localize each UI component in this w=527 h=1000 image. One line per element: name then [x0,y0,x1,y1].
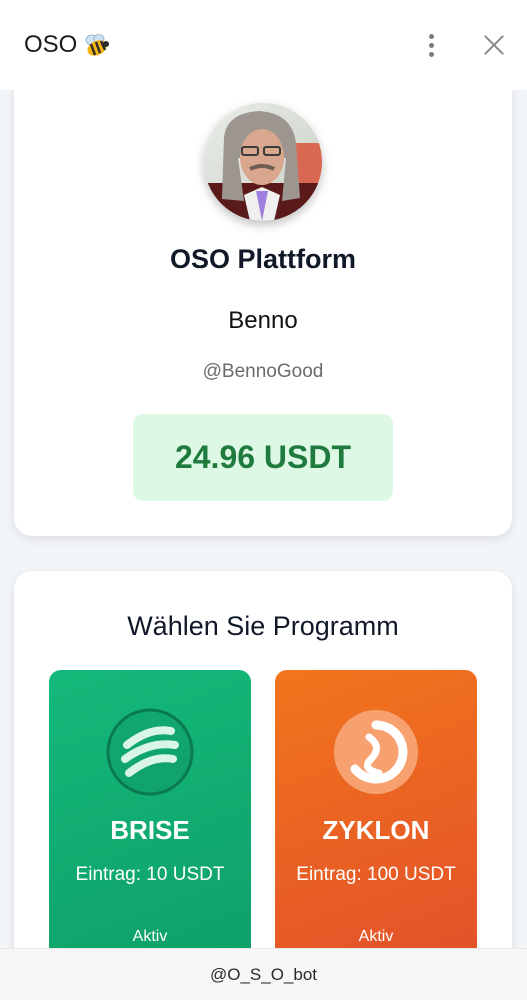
program-card-brise[interactable]: BRISE Eintrag: 10 USDT Aktiv [49,670,251,970]
wind-icon [106,708,194,796]
platform-title: OSO Plattform [169,244,357,274]
app-header: OSO [0,0,527,90]
avatar-photo [204,103,322,221]
user-handle: @BennoGood [202,361,324,382]
program-section-title: Wählen Sie Programm [127,611,399,641]
program-status: Aktiv [358,928,394,945]
program-status: Aktiv [132,928,168,945]
avatar [204,103,322,221]
program-name: ZYKLON [322,815,430,845]
bot-handle[interactable]: @O_S_O_bot [210,965,317,985]
bot-footer: @O_S_O_bot [0,948,527,1000]
program-selection-card: Wählen Sie Programm BRISE Eintrag: 10 US… [14,571,512,991]
profile-card: OSO Plattform Benno @BennoGood 24.96 USD… [14,70,512,536]
close-icon[interactable] [483,34,505,56]
cyclone-icon [334,710,418,794]
program-card-zyklon[interactable]: ZYKLON Eintrag: 100 USDT Aktiv [275,670,477,970]
program-entry-fee: Eintrag: 10 USDT [75,864,225,885]
program-name: BRISE [110,815,190,845]
app-title: OSO [24,31,111,59]
bee-emoji-icon [85,34,110,56]
balance-value: 24.96 USDT [174,439,352,475]
app-title-text: OSO [24,31,78,58]
user-name: Benno [228,307,298,334]
more-vertical-icon[interactable] [419,30,443,60]
balance-badge: 24.96 USDT [133,414,393,501]
program-entry-fee: Eintrag: 100 USDT [296,864,456,885]
